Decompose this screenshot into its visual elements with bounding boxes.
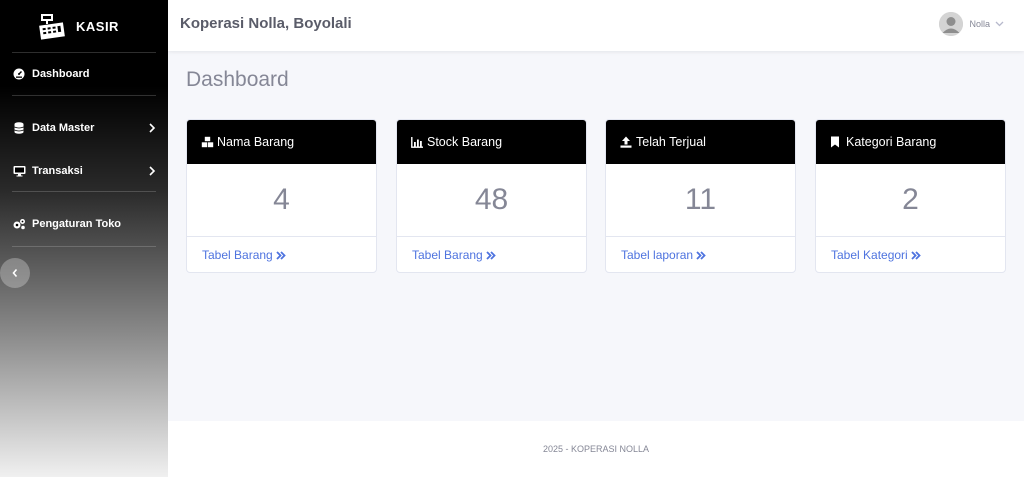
page-title: Dashboard xyxy=(186,68,289,91)
chevron-down-icon xyxy=(995,21,1004,27)
avatar xyxy=(939,12,964,36)
card-link-tabel-barang[interactable]: Tabel Barang xyxy=(397,237,586,272)
store-name: Koperasi Nolla, Boyolali xyxy=(180,15,352,32)
user-dropdown[interactable]: Nolla xyxy=(939,12,1004,36)
chevron-right-icon xyxy=(149,123,156,133)
brand[interactable]: KASIR xyxy=(0,0,168,52)
card-kategori-barang: Kategori Barang 2 Tabel Kategori xyxy=(815,119,1006,273)
card-header: Telah Terjual xyxy=(606,120,795,164)
card-title: Nama Barang xyxy=(217,135,295,149)
sidebar-item-transaksi[interactable]: Transaksi xyxy=(0,150,168,191)
card-title: Stock Barang xyxy=(427,135,503,149)
double-chevron-right-icon xyxy=(696,250,706,260)
gauge-icon xyxy=(12,67,26,81)
card-telah-terjual: Telah Terjual 11 Tabel laporan xyxy=(605,119,796,273)
card-title: Kategori Barang xyxy=(846,135,937,149)
sidebar-item-label: Transaksi xyxy=(32,164,83,177)
card-value: 4 xyxy=(187,164,376,237)
brand-name: KASIR xyxy=(76,18,119,34)
card-value: 48 xyxy=(397,164,586,237)
divider xyxy=(12,246,156,247)
chart-bar-icon xyxy=(411,136,424,149)
card-link-tabel-laporan[interactable]: Tabel laporan xyxy=(606,237,795,272)
card-header: Kategori Barang xyxy=(816,120,1005,164)
card-link-label: Tabel Kategori xyxy=(831,248,908,262)
chevron-right-icon xyxy=(149,165,156,176)
cogs-icon xyxy=(12,217,26,231)
user-name: Nolla xyxy=(969,19,990,29)
database-icon xyxy=(12,121,26,135)
card-header: Nama Barang xyxy=(187,120,376,164)
card-link-tabel-barang[interactable]: Tabel Barang xyxy=(187,237,376,272)
sidebar-item-data-master[interactable]: Data Master xyxy=(0,106,168,150)
card-stock-barang: Stock Barang 48 Tabel Barang xyxy=(396,119,587,273)
cash-register-icon xyxy=(39,14,65,40)
chevron-left-icon xyxy=(12,268,18,278)
sidebar-item-label: Dashboard xyxy=(32,68,90,80)
sidebar-item-label: Data Master xyxy=(32,122,95,134)
cubes-icon xyxy=(201,136,214,149)
card-link-tabel-kategori[interactable]: Tabel Kategori xyxy=(816,237,1005,272)
double-chevron-right-icon xyxy=(276,250,286,260)
card-title: Telah Terjual xyxy=(636,135,706,149)
card-link-label: Tabel laporan xyxy=(621,248,694,262)
double-chevron-right-icon xyxy=(911,250,921,260)
card-link-label: Tabel Barang xyxy=(202,248,273,262)
bookmark-icon xyxy=(830,136,843,149)
sidebar-item-pengaturan-toko[interactable]: Pengaturan Toko xyxy=(0,202,168,246)
card-link-label: Tabel Barang xyxy=(412,248,483,262)
footer-text: 2025 - KOPERASI NOLLA xyxy=(542,444,650,454)
double-chevron-right-icon xyxy=(486,250,496,260)
card-nama-barang: Nama Barang 4 Tabel Barang xyxy=(186,119,377,273)
card-value: 2 xyxy=(816,164,1005,237)
desktop-icon xyxy=(12,164,26,178)
card-value: 11 xyxy=(606,164,795,237)
footer: 2025 - KOPERASI NOLLA xyxy=(168,421,1024,477)
sidebar-item-label: Pengaturan Toko xyxy=(32,218,122,230)
card-header: Stock Barang xyxy=(397,120,586,164)
sidebar-item-dashboard[interactable]: Dashboard xyxy=(0,53,168,95)
sidebar: KASIR Dashboard Data Master Transaksi Pe… xyxy=(0,0,168,477)
sidebar-toggle-button[interactable] xyxy=(0,258,30,288)
topbar: Koperasi Nolla, Boyolali Nolla xyxy=(168,0,1024,51)
upload-icon xyxy=(620,136,633,149)
